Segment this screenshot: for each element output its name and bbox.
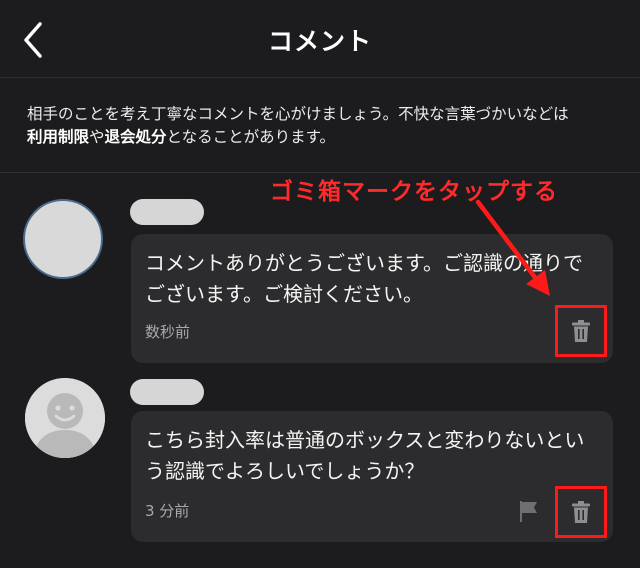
comment-timestamp: 数秒前	[145, 323, 191, 341]
header: コメント	[0, 0, 640, 78]
comment-bubble: こちら封入率は普通のボックスと変わりないという認識でよろしいでしょうか？ 3 分…	[131, 411, 613, 542]
blank-avatar-icon[interactable]	[23, 199, 103, 279]
delete-comment-button[interactable]	[555, 486, 607, 538]
trash-icon	[572, 501, 590, 523]
comment-text: こちら封入率は普通のボックスと変わりないという認識でよろしいでしょうか？	[145, 428, 585, 483]
notice-line-1: 相手のことを考え丁寧なコメントを心がけましょう。不快な言葉づかいなどは	[27, 105, 569, 123]
username-placeholder	[130, 379, 204, 405]
flag-icon	[520, 501, 537, 522]
comments-screen: コメント 相手のことを考え丁寧なコメントを心がけましょう。不快な言葉づかいなどは…	[0, 0, 640, 568]
notice-connector: や	[89, 128, 105, 146]
annotation-arrow-icon	[475, 199, 550, 296]
delete-comment-button[interactable]	[555, 305, 607, 357]
notice-tail: となることがあります。	[166, 128, 336, 146]
username-placeholder	[130, 199, 204, 225]
comment-guideline-notice: 相手のことを考え丁寧なコメントを心がけましょう。不快な言葉づかいなどは 利用制限…	[27, 103, 627, 149]
notice-bold-restriction: 利用制限	[27, 128, 90, 146]
page-title: コメント	[267, 27, 372, 56]
comment-timestamp: 3 分前	[145, 502, 190, 520]
report-comment-button[interactable]	[519, 500, 539, 522]
smiley-avatar-icon[interactable]	[25, 378, 105, 458]
trash-icon	[572, 320, 590, 342]
notice-bold-withdrawal: 退会処分	[104, 128, 167, 146]
